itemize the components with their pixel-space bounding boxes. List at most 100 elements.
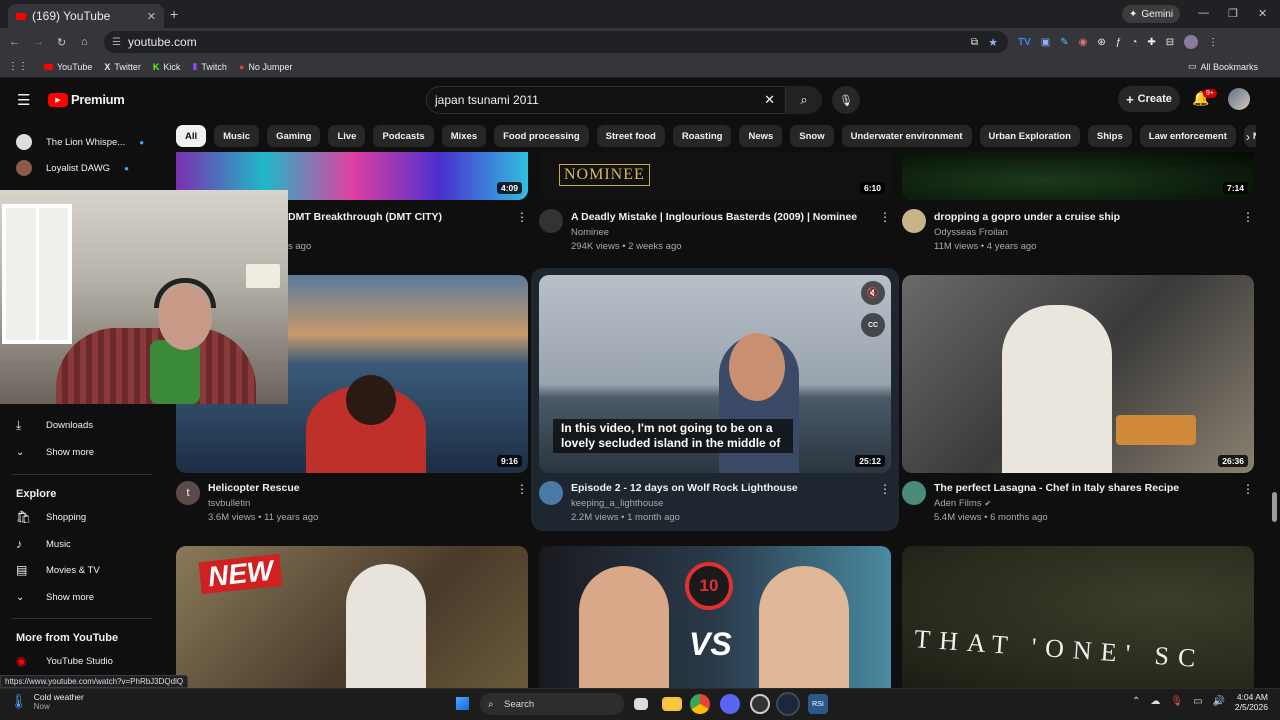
browser-tab[interactable]: (169) YouTube ✕ — [8, 4, 164, 28]
chip-podcasts[interactable]: Podcasts — [373, 125, 434, 147]
puzzle-icon[interactable]: ✚ — [1147, 37, 1155, 48]
account-avatar[interactable] — [1228, 88, 1250, 110]
more-actions-icon[interactable]: ⋮ — [516, 210, 528, 224]
chip-ships[interactable]: Ships — [1087, 125, 1132, 147]
record-extension-icon[interactable]: ◉ — [1079, 37, 1088, 48]
channel-name[interactable]: Odysseas Froilan — [934, 227, 1008, 238]
channel-name[interactable]: Nominee — [571, 227, 609, 238]
sidebar-item-sub-2[interactable]: Loyalist DAWG ● — [0, 155, 150, 181]
install-icon[interactable]: ⧉ — [971, 37, 978, 48]
clear-search-icon[interactable]: ✕ — [764, 92, 775, 108]
reload-icon[interactable]: ↻ — [57, 36, 66, 49]
clock[interactable]: 4:04 AM 2/5/2026 — [1224, 692, 1268, 712]
chip-urban-exploration[interactable]: Urban Exploration — [979, 125, 1080, 147]
ublock-icon[interactable]: ⊛ — [1097, 37, 1105, 48]
channel-avatar[interactable]: t — [176, 481, 200, 505]
chip-roasting[interactable]: Roasting — [672, 125, 732, 147]
channel-name[interactable]: keeping_a_lighthouse — [571, 498, 663, 509]
video-title[interactable]: A Deadly Mistake | Inglourious Basterds … — [571, 211, 871, 223]
chip-mixes[interactable]: Mixes — [441, 125, 487, 147]
home-icon[interactable]: ⌂ — [81, 36, 88, 48]
channel-name[interactable]: tsvbulletin — [208, 498, 250, 509]
mute-toggle-icon[interactable]: 🔇 — [861, 281, 885, 305]
gemini-button[interactable]: ✦ Gemini — [1122, 5, 1181, 23]
rss-extension-icon[interactable]: ◔ — [1131, 37, 1137, 48]
sidebar-item-downloads[interactable]: ⤓ Downloads — [0, 412, 150, 438]
chip-live[interactable]: Live — [328, 125, 366, 147]
video-thumbnail[interactable]: NEW — [176, 546, 528, 688]
captions-toggle-icon[interactable]: CC — [861, 313, 885, 337]
bookmark-kick[interactable]: K Kick — [153, 62, 181, 72]
bookmark-star-icon[interactable]: ★ — [988, 36, 998, 49]
discord-icon[interactable] — [720, 694, 740, 714]
tab-close-icon[interactable]: ✕ — [147, 10, 156, 23]
steam-icon[interactable] — [778, 694, 798, 714]
translate-extension-icon[interactable]: ✎ — [1060, 37, 1068, 48]
hamburger-menu-icon[interactable]: ☰ — [17, 91, 30, 109]
script-extension-icon[interactable]: ƒ — [1116, 37, 1122, 48]
video-thumbnail[interactable]: 7:14 — [902, 152, 1254, 200]
chip-gaming[interactable]: Gaming — [267, 125, 321, 147]
youtube-premium-logo[interactable]: ▶ Premium — [48, 92, 125, 107]
new-tab-icon[interactable]: + — [170, 6, 178, 22]
network-icon[interactable]: ▭ — [1193, 696, 1202, 707]
sidebar-item-show-more[interactable]: ⌄ Show more — [0, 439, 150, 465]
video-title[interactable]: Episode 2 - 12 days on Wolf Rock Lightho… — [571, 482, 871, 494]
weather-widget[interactable]: 🌡 Cold weather Now — [10, 692, 84, 711]
all-bookmarks[interactable]: ▭ All Bookmarks — [1188, 61, 1258, 72]
forward-icon[interactable]: → — [33, 36, 44, 48]
browser-menu-icon[interactable]: ⋮ — [1208, 37, 1218, 48]
video-title[interactable]: Helicopter Rescue — [208, 482, 508, 494]
video-title[interactable]: dropping a gopro under a cruise ship — [934, 211, 1234, 223]
chip-law-enforcement[interactable]: Law enforcement — [1139, 125, 1236, 147]
extension-icon[interactable]: ▣ — [1041, 37, 1050, 48]
channel-avatar[interactable] — [539, 481, 563, 505]
chip-food-processing[interactable]: Food processing — [494, 125, 589, 147]
search-button[interactable]: ⌕ — [786, 86, 822, 114]
sidebar-item-shopping[interactable]: 🛍 Shopping — [0, 504, 150, 530]
mic-tray-icon[interactable]: 🎙 — [1170, 696, 1183, 707]
more-actions-icon[interactable]: ⋮ — [1242, 482, 1254, 496]
video-thumbnail[interactable]: NOMINEE 6:10 — [539, 152, 891, 200]
windows-start-icon[interactable] — [455, 696, 470, 711]
rsi-launcher-icon[interactable]: RSI — [808, 694, 828, 714]
taskbar-search[interactable]: ⌕ Search — [480, 693, 624, 715]
chip-underwater[interactable]: Underwater environment — [841, 125, 972, 147]
video-thumbnail[interactable]: THAT 'ONE' SC — [902, 546, 1254, 688]
file-explorer-icon[interactable] — [662, 697, 682, 711]
sidebar-item-explore-show-more[interactable]: ⌄ Show more — [0, 584, 150, 610]
minimize-icon[interactable]: — — [1198, 7, 1209, 19]
channel-avatar[interactable] — [902, 209, 926, 233]
search-input[interactable]: japan tsunami 2011 ✕ — [426, 86, 786, 114]
bookmark-twitter[interactable]: X Twitter — [104, 62, 141, 72]
site-info-icon[interactable]: ☰ — [112, 37, 121, 48]
address-bar[interactable]: ☰ youtube.com ⧉ ★ — [104, 31, 1008, 53]
more-actions-icon[interactable]: ⋮ — [879, 482, 891, 496]
more-actions-icon[interactable]: ⋮ — [879, 210, 891, 224]
chip-news[interactable]: News — [739, 125, 783, 147]
bookmark-nojumper[interactable]: ● No Jumper — [239, 62, 292, 72]
create-button[interactable]: + Create — [1118, 86, 1180, 112]
video-preview-player[interactable]: In this video, I'm not going to be on a … — [539, 275, 891, 473]
chip-music[interactable]: Music — [214, 125, 260, 147]
chip-street-food[interactable]: Street food — [596, 125, 665, 147]
sidebar-item-music[interactable]: ♪ Music — [0, 531, 150, 557]
bookmark-twitch[interactable]: ▮ Twitch — [192, 61, 226, 72]
voice-search-button[interactable]: 🎙 — [832, 86, 860, 114]
chip-snow[interactable]: Snow — [790, 125, 834, 147]
reading-list-icon[interactable]: ⊟ — [1166, 37, 1174, 48]
chrome-icon[interactable] — [690, 694, 710, 714]
restore-icon[interactable]: ❐ — [1228, 7, 1238, 20]
apps-icon[interactable]: ⋮⋮ — [8, 61, 28, 72]
sidebar-item-studio[interactable]: ◉ YouTube Studio — [0, 648, 150, 674]
bookmark-youtube[interactable]: YouTube — [44, 62, 92, 72]
channel-avatar[interactable] — [902, 481, 926, 505]
video-thumbnail[interactable]: 26:36 — [902, 275, 1254, 473]
profile-avatar[interactable] — [1184, 35, 1199, 49]
channel-avatar[interactable] — [539, 209, 563, 233]
more-actions-icon[interactable]: ⋮ — [516, 482, 528, 496]
back-icon[interactable]: ← — [9, 36, 20, 48]
obs-icon[interactable] — [750, 694, 770, 714]
tv-extension-icon[interactable]: TV — [1018, 37, 1031, 48]
onedrive-icon[interactable]: ☁ — [1150, 696, 1160, 707]
